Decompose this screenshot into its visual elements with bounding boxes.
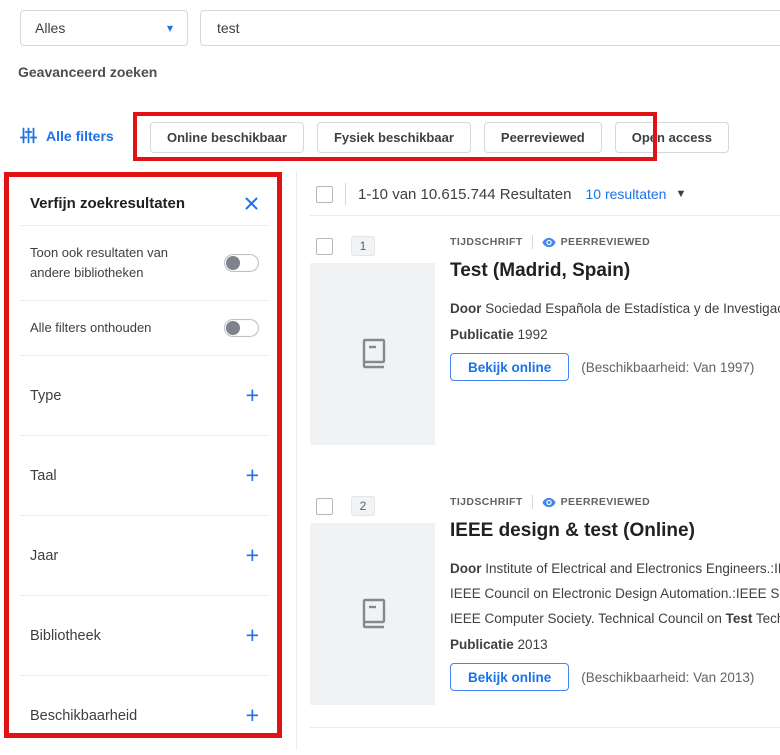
facet-label: Bibliotheek bbox=[30, 628, 101, 644]
byline-text: Institute of Electrical and Electronics … bbox=[485, 561, 780, 576]
result-item-1: 1 TIJDSCHRIFT PEERREVIEWED Test (Madrid,… bbox=[310, 233, 780, 445]
refine-results-panel: Verfijn zoekresultaten Toon ook resultat… bbox=[20, 182, 269, 755]
door-label: Door bbox=[450, 301, 482, 316]
search-scope-value: Alles bbox=[35, 20, 65, 36]
toggle-row-remember-filters: Alle filters onthouden bbox=[20, 300, 269, 355]
select-all-checkbox[interactable] bbox=[316, 186, 333, 203]
facet-section-beschikbaarheid[interactable]: Beschikbaarheid + bbox=[20, 675, 269, 755]
result-title[interactable]: Test (Madrid, Spain) bbox=[450, 260, 780, 282]
plus-icon[interactable]: + bbox=[246, 464, 259, 487]
results-header: 1-10 van 10.615.744 Resultaten 10 result… bbox=[316, 183, 686, 205]
toggle-label: Alle filters onthouden bbox=[30, 318, 151, 338]
journal-icon bbox=[356, 596, 390, 632]
filter-chip-open-access[interactable]: Open access bbox=[615, 122, 729, 153]
facet-section-type[interactable]: Type + bbox=[20, 355, 269, 435]
publication-label: Publicatie bbox=[450, 327, 514, 342]
result-meta-row: TIJDSCHRIFT PEERREVIEWED bbox=[450, 495, 780, 509]
tune-filters-icon bbox=[20, 127, 37, 144]
byline-text: IEEE Computer Society. Technical Council… bbox=[450, 611, 726, 626]
journal-icon bbox=[356, 336, 390, 372]
divider bbox=[532, 235, 533, 249]
result-thumbnail[interactable] bbox=[310, 263, 435, 445]
divider bbox=[310, 727, 780, 728]
result-publication: Publicatie 2013 bbox=[450, 637, 780, 652]
facet-section-bibliotheek[interactable]: Bibliotheek + bbox=[20, 595, 269, 675]
results-left-divider bbox=[296, 172, 297, 750]
close-icon[interactable] bbox=[244, 196, 259, 211]
byline-text: Sociedad Española de Estadística y de In… bbox=[485, 301, 780, 316]
filter-chip-peerreviewed[interactable]: Peerreviewed bbox=[484, 122, 602, 153]
result-title[interactable]: IEEE design & test (Online) bbox=[450, 520, 780, 542]
result-item-2: 2 TIJDSCHRIFT PEERREVIEWED IEEE design &… bbox=[310, 493, 780, 705]
resource-type-label: TIJDSCHRIFT bbox=[450, 236, 523, 248]
byline-highlight: Test bbox=[726, 611, 753, 626]
availability-text: (Beschikbaarheid: Van 1997) bbox=[581, 360, 754, 375]
advanced-search-link[interactable]: Geavanceerd zoeken bbox=[18, 64, 157, 80]
result-index-badge: 2 bbox=[351, 496, 375, 516]
byline-text: IEEE Council on Electronic Design Automa… bbox=[450, 586, 780, 601]
plus-icon[interactable]: + bbox=[246, 624, 259, 647]
all-filters-button[interactable]: Alle filters bbox=[20, 127, 114, 144]
peer-reviewed-label: PEERREVIEWED bbox=[561, 496, 650, 508]
plus-icon[interactable]: + bbox=[246, 544, 259, 567]
view-online-button[interactable]: Bekijk online bbox=[450, 663, 569, 691]
all-filters-label: Alle filters bbox=[46, 128, 114, 144]
peer-reviewed-label: PEERREVIEWED bbox=[561, 236, 650, 248]
chevron-down-icon: ▾ bbox=[167, 21, 173, 35]
search-scope-dropdown[interactable]: Alles ▾ bbox=[20, 10, 188, 46]
toggle-row-other-libraries: Toon ook resultaten van andere bibliothe… bbox=[20, 225, 269, 300]
result-checkbox[interactable] bbox=[316, 238, 333, 255]
toggle-knob bbox=[226, 321, 240, 335]
filter-chip-online-beschikbaar[interactable]: Online beschikbaar bbox=[150, 122, 304, 153]
publication-year: 1992 bbox=[518, 327, 548, 342]
facet-section-taal[interactable]: Taal + bbox=[20, 435, 269, 515]
quick-filter-chips: Online beschikbaar Fysiek beschikbaar Pe… bbox=[150, 122, 729, 153]
result-publication: Publicatie 1992 bbox=[450, 327, 780, 342]
result-meta-row: TIJDSCHRIFT PEERREVIEWED bbox=[450, 235, 780, 249]
toggle-knob bbox=[226, 256, 240, 270]
availability-text: (Beschikbaarheid: Van 2013) bbox=[581, 670, 754, 685]
facet-label: Jaar bbox=[30, 548, 58, 564]
divider bbox=[532, 495, 533, 509]
eye-icon bbox=[542, 497, 556, 508]
resource-type-label: TIJDSCHRIFT bbox=[450, 496, 523, 508]
facet-label: Beschikbaarheid bbox=[30, 708, 137, 724]
other-libraries-toggle[interactable] bbox=[224, 254, 259, 272]
divider bbox=[345, 183, 346, 205]
chevron-down-icon[interactable]: ▼ bbox=[675, 188, 686, 200]
search-input[interactable] bbox=[200, 10, 780, 46]
facet-label: Type bbox=[30, 388, 61, 404]
result-byline: Door Institute of Electrical and Electro… bbox=[450, 556, 780, 631]
result-index-badge: 1 bbox=[351, 236, 375, 256]
view-online-button[interactable]: Bekijk online bbox=[450, 353, 569, 381]
results-summary: 1-10 van 10.615.744 Resultaten bbox=[358, 186, 572, 203]
publication-year: 2013 bbox=[518, 637, 548, 652]
divider bbox=[310, 215, 780, 216]
eye-icon bbox=[542, 237, 556, 248]
result-thumbnail[interactable] bbox=[310, 523, 435, 705]
publication-label: Publicatie bbox=[450, 637, 514, 652]
toggle-label: Toon ook resultaten van andere bibliothe… bbox=[30, 243, 188, 283]
result-checkbox[interactable] bbox=[316, 498, 333, 515]
remember-filters-toggle[interactable] bbox=[224, 319, 259, 337]
result-byline: Door Sociedad Española de Estadística y … bbox=[450, 296, 780, 321]
page-size-dropdown[interactable]: 10 resultaten bbox=[586, 186, 667, 202]
door-label: Door bbox=[450, 561, 482, 576]
facet-section-jaar[interactable]: Jaar + bbox=[20, 515, 269, 595]
filter-chip-fysiek-beschikbaar[interactable]: Fysiek beschikbaar bbox=[317, 122, 471, 153]
plus-icon[interactable]: + bbox=[246, 384, 259, 407]
byline-text: Technology bbox=[752, 611, 780, 626]
plus-icon[interactable]: + bbox=[246, 704, 259, 727]
refine-panel-title: Verfijn zoekresultaten bbox=[30, 195, 185, 212]
facet-label: Taal bbox=[30, 468, 57, 484]
